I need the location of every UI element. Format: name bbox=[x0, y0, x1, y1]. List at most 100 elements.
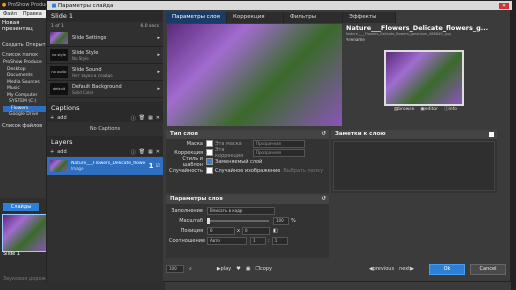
file-title: Nature___Flowers_Delicate_flowers_g... bbox=[346, 24, 489, 32]
notes-panel: Заметки к слою bbox=[331, 130, 497, 193]
folder-item[interactable]: ProShow Produce bbox=[3, 60, 48, 67]
chevron-right-icon: ▸ bbox=[157, 52, 160, 58]
reset-icon[interactable]: ↺ bbox=[321, 130, 326, 139]
editor-button[interactable]: ▣ editor bbox=[420, 107, 438, 112]
tab-bar: Параметры слоя Коррекция Фильтры Эффекты bbox=[166, 12, 396, 23]
layer-preview[interactable] bbox=[167, 24, 342, 126]
correction-select[interactable]: Прозрачная bbox=[253, 148, 305, 157]
layer-params-panel: Параметры слоя ↺ Заполнение Вписать в ка… bbox=[166, 195, 329, 258]
replaceable-label: Заменяемый слой bbox=[215, 158, 263, 165]
info-icon[interactable]: ⓘ bbox=[131, 149, 136, 156]
copy-button[interactable]: ❐ copy bbox=[255, 266, 271, 272]
search-icon[interactable]: ⌕ bbox=[189, 266, 192, 272]
style-sub: No Style bbox=[72, 55, 89, 61]
ratio-a-input[interactable]: 1 bbox=[250, 237, 266, 245]
mask-checkbox[interactable] bbox=[206, 140, 213, 147]
tab-effects[interactable]: Эффекты bbox=[343, 12, 396, 23]
tab-layer-settings[interactable]: Параметры слоя bbox=[166, 12, 227, 23]
screen-icon[interactable]: ▣ bbox=[246, 266, 251, 272]
bottom-bar: 100 ⌕ ▶ play ♥ ▣ ❐ copy ◀ previous next ▶ Ok… bbox=[166, 263, 506, 275]
app-right-edge bbox=[511, 10, 516, 290]
cancel-button[interactable]: Cancel bbox=[470, 263, 506, 275]
trash-icon[interactable]: 🗑 bbox=[139, 115, 145, 121]
captions-toolbar: + add ⓘ 🗑 ▦ ✕ bbox=[47, 114, 163, 122]
info-label: info bbox=[448, 106, 457, 112]
previous-button[interactable]: ◀ previous bbox=[369, 266, 394, 272]
position-picker-icon[interactable]: ◧ bbox=[273, 228, 278, 234]
copy-label: copy bbox=[259, 266, 272, 272]
tab-filters[interactable]: Фильтры bbox=[284, 12, 343, 23]
heart-icon[interactable]: ♥ bbox=[236, 266, 240, 272]
menu-file[interactable]: Файл bbox=[3, 11, 17, 17]
position-x-input[interactable]: 0 bbox=[207, 227, 235, 235]
checkbox-checked-icon[interactable]: ☑ bbox=[156, 163, 160, 169]
correction-check-label: Эта коррекция bbox=[215, 146, 244, 159]
style-sub: Solid Color bbox=[72, 89, 94, 95]
grid-icon[interactable]: ▦ bbox=[148, 115, 153, 121]
random-checkbox[interactable] bbox=[206, 167, 213, 174]
chevron-right-icon: ▸ bbox=[157, 69, 160, 75]
scale-unit: % bbox=[291, 218, 296, 224]
scale-label: Масштаб bbox=[179, 218, 203, 224]
style-item-slide-style[interactable]: no style Slide Style No Style ▸ bbox=[47, 47, 163, 64]
ratio-select[interactable]: Авто bbox=[207, 237, 247, 245]
slider-thumb[interactable] bbox=[207, 218, 210, 224]
next-button[interactable]: next ▶ bbox=[399, 266, 414, 272]
random-label: Случайность bbox=[169, 167, 203, 174]
add-icon[interactable]: + bbox=[50, 115, 54, 121]
folder-item[interactable]: Google Drive bbox=[3, 112, 48, 119]
close-icon[interactable]: ✕ bbox=[499, 2, 509, 9]
add-icon[interactable]: + bbox=[50, 149, 54, 155]
position-y-input[interactable]: 0 bbox=[241, 227, 270, 235]
ok-button[interactable]: Ok bbox=[429, 263, 465, 275]
ratio-b-input[interactable]: 1 bbox=[271, 237, 288, 245]
default-thumbnail: default bbox=[50, 83, 68, 95]
slide-duration[interactable]: 6.0 secs bbox=[140, 24, 159, 29]
style-item-slide-sound[interactable]: no audio Slide Sound Нет звука в слайде ▸ bbox=[47, 64, 163, 81]
captions-add-button[interactable]: add bbox=[57, 115, 66, 121]
layer-number: 1 bbox=[148, 162, 154, 170]
play-button[interactable]: ▶ play bbox=[217, 266, 231, 272]
random-folder-hint[interactable]: Выбрать папку bbox=[283, 168, 323, 174]
info-button[interactable]: ⓘ info bbox=[444, 106, 457, 113]
slide-counter: 1 of 1 bbox=[51, 23, 64, 29]
correction-checkbox[interactable] bbox=[206, 149, 213, 156]
trash-icon[interactable]: 🗑 bbox=[139, 149, 145, 155]
style-thumbnail bbox=[50, 32, 68, 44]
file-thumbnail[interactable] bbox=[384, 50, 464, 106]
reset-icon[interactable]: ↺ bbox=[321, 195, 326, 204]
zoom-input[interactable]: 100 bbox=[166, 265, 184, 273]
layers-toolbar: + add ⓘ 🗑 ▦ ✕ bbox=[47, 148, 163, 156]
new-presentation-header: Новая презентац bbox=[2, 20, 33, 32]
replaceable-checkbox[interactable] bbox=[206, 158, 213, 165]
mask-select[interactable]: Прозрачная bbox=[253, 139, 305, 148]
file-subtitle: Nature____Flowers_Delicate_flowers_geran… bbox=[346, 32, 451, 36]
layer-item[interactable]: Nature___Flowers_Delicate_flowe Image 1 … bbox=[47, 157, 163, 175]
slides-tab[interactable]: Слайды bbox=[3, 203, 39, 211]
notes-textarea[interactable] bbox=[333, 141, 495, 191]
style-sub: Нет звука в слайде bbox=[72, 72, 113, 78]
scale-slider[interactable] bbox=[207, 218, 269, 224]
grid-icon[interactable]: ▦ bbox=[148, 149, 153, 155]
style-item-background[interactable]: default Default Background Solid Color ▸ bbox=[47, 81, 163, 98]
chevron-right-icon: ▸ bbox=[157, 35, 160, 41]
slide-thumbnail[interactable] bbox=[2, 214, 48, 252]
menu-edit[interactable]: Правка bbox=[23, 11, 42, 17]
rename-link[interactable]: ✎ rename bbox=[346, 37, 498, 42]
tools-icon[interactable]: ✕ bbox=[156, 115, 160, 121]
square-icon[interactable] bbox=[489, 132, 494, 137]
browse-button[interactable]: ▤ browse bbox=[394, 107, 414, 112]
tab-correction[interactable]: Коррекция bbox=[227, 12, 284, 23]
info-icon[interactable]: ⓘ bbox=[131, 115, 136, 122]
style-name: Slide Settings bbox=[72, 35, 107, 41]
browse-label: browse bbox=[398, 106, 415, 112]
scale-input[interactable]: 100 bbox=[273, 217, 289, 225]
notes-header: Заметки к слою bbox=[335, 131, 386, 137]
folder-tree: ProShow Produce Desktop Documents Media … bbox=[0, 60, 48, 119]
tools-icon[interactable]: ✕ bbox=[156, 149, 160, 155]
fill-select[interactable]: Вписать в кадр bbox=[207, 207, 275, 215]
layers-add-button[interactable]: add bbox=[57, 149, 66, 155]
layer-params-header: Параметры слоя bbox=[170, 196, 223, 202]
style-item-slide-settings[interactable]: Slide Settings ▸ bbox=[47, 30, 163, 47]
toolbar-create[interactable]: Создать bbox=[2, 42, 24, 48]
